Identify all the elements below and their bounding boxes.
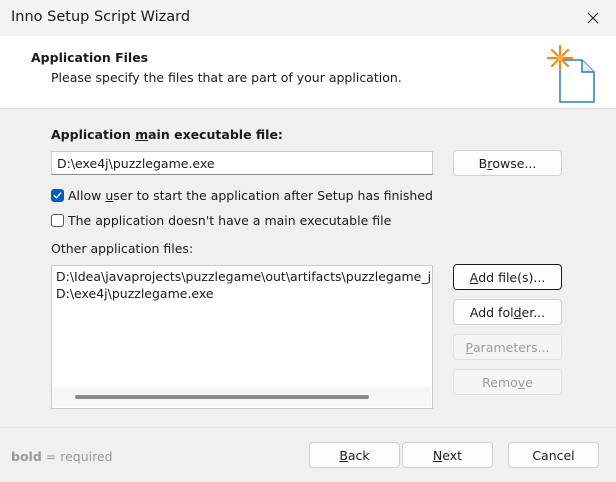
remove-label-part: e — [525, 374, 533, 390]
next-label-part: ext — [442, 447, 463, 463]
no-main-exe-checkbox[interactable] — [51, 214, 64, 227]
browse-label-part: B — [478, 155, 488, 171]
list-item[interactable]: D:\exe4j\puzzlegame.exe — [56, 286, 214, 301]
required-legend-text: = required — [41, 449, 113, 464]
allow-start-label: Allow user to start the application afte… — [68, 188, 433, 203]
browse-button[interactable]: Br owse... — [453, 150, 562, 176]
back-button[interactable]: Back — [309, 442, 400, 468]
add-files-label-part: dd file(s)... — [478, 269, 546, 285]
browse-label-part: owse... — [492, 155, 537, 171]
page-subtitle: Please specify the files that are part o… — [51, 70, 402, 85]
parameters-label-accel: P — [465, 339, 474, 355]
window-title: Inno Setup Script Wizard — [11, 9, 191, 25]
next-button[interactable]: Next — [402, 442, 493, 468]
main-exe-label: Application main executable file: — [51, 127, 283, 142]
main-exe-input[interactable]: D:\exe4j\puzzlegame.exe — [51, 151, 433, 175]
required-legend-bold: bold — [11, 449, 42, 464]
back-label-accel: B — [339, 447, 348, 463]
wizard-header: Application Files Please specify the fil… — [0, 36, 616, 108]
back-label-part: ack — [347, 447, 370, 463]
add-folder-label-accel: d — [513, 304, 522, 320]
add-folder-button[interactable]: Add fol d er... — [453, 299, 562, 325]
scrollbar-thumb[interactable] — [75, 395, 369, 399]
header-divider — [0, 108, 616, 109]
allow-start-checkbox[interactable] — [51, 189, 64, 202]
add-files-label-accel: A — [469, 269, 479, 285]
allow-start-label-part: Allow — [68, 188, 106, 203]
allow-start-option[interactable]: Allow user to start the application afte… — [51, 188, 433, 203]
no-main-exe-option[interactable]: The application doesn't have a main exec… — [51, 213, 391, 228]
title-bar: Inno Setup Script Wizard — [0, 0, 616, 36]
remove-label-part: Remo — [482, 374, 518, 390]
next-label-accel: N — [432, 447, 443, 463]
add-files-button[interactable]: Add file(s)... — [453, 264, 562, 290]
close-icon — [587, 12, 599, 24]
list-item[interactable]: D:\Idea\javaprojects\puzzlegame\out\arti… — [56, 269, 432, 284]
other-files-label: Other application files: — [51, 241, 194, 256]
allow-start-label-part: ser to start the application after Setup… — [113, 188, 433, 203]
page-title: Application Files — [31, 50, 149, 65]
add-folder-label-part: Add fol — [469, 304, 514, 320]
main-exe-label-part: Application — [51, 127, 136, 142]
required-legend: bold = required — [11, 449, 113, 464]
main-exe-label-part: ain executable file: — [148, 127, 283, 142]
parameters-label-part: arameters... — [473, 339, 550, 355]
close-button[interactable] — [570, 0, 616, 36]
main-exe-value: D:\exe4j\puzzlegame.exe — [57, 155, 215, 171]
horizontal-scrollbar[interactable] — [53, 387, 431, 407]
new-file-sparkle-icon — [546, 44, 595, 103]
remove-button[interactable]: Remo v e — [453, 369, 562, 395]
footer-divider — [0, 427, 616, 428]
remove-label-accel: v — [517, 374, 526, 390]
no-main-exe-label: The application doesn't have a main exec… — [68, 213, 392, 228]
add-folder-label-part: er... — [521, 304, 546, 320]
other-files-list[interactable]: D:\Idea\javaprojects\puzzlegame\out\arti… — [51, 265, 433, 409]
main-exe-label-accel: m — [135, 127, 149, 142]
checkmark-icon — [53, 192, 62, 199]
parameters-button[interactable]: Parameters... — [453, 334, 562, 360]
cancel-button[interactable]: Cancel — [508, 442, 599, 468]
